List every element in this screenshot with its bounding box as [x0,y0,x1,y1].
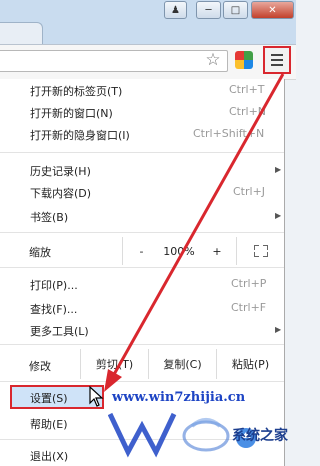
submenu-arrow-icon: ▶ [275,211,282,220]
submenu-arrow-icon: ▶ [275,165,282,174]
shortcut-downloads: Ctrl+J [233,185,266,198]
zoom-in-button[interactable]: + [198,237,236,265]
menu-item-bookmarks[interactable]: 书签(B) [30,209,68,225]
menu-item-new-window[interactable]: 打开新的窗口(N) [30,105,113,121]
menu-item-exit[interactable]: 退出(X) [30,448,68,464]
zoom-out-button[interactable]: - [122,237,160,265]
maximize-icon[interactable]: □ [223,1,248,19]
user-icon[interactable]: ♟ [164,1,187,19]
menu-item-downloads[interactable]: 下载内容(D) [30,185,91,201]
submenu-arrow-icon: ▶ [275,325,282,334]
menu-item-history[interactable]: 历史记录(H) [30,163,91,179]
paste-button[interactable]: 粘贴(P) [216,349,284,379]
shortcut-print: Ctrl+P [231,277,267,290]
mouse-cursor-icon [89,386,104,407]
menu-separator [0,381,284,382]
watermark-brand: 系统之家 [232,428,288,444]
shortcut-find: Ctrl+F [231,301,267,314]
menu-item-new-tab[interactable]: 打开新的标签页(T) [30,83,122,99]
menu-item-more-tools[interactable]: 更多工具(L) [30,323,89,339]
edit-row: 修改 剪切(T) 复制(C) 粘贴(P) [0,349,284,379]
edit-label: 修改 [29,360,51,373]
menu-separator [0,344,284,345]
star-icon[interactable]: ☆ [204,51,222,69]
menu-icon[interactable] [263,46,291,74]
address-bar[interactable] [0,50,228,72]
menu-item-help[interactable]: 帮助(E) [30,416,68,432]
menu-separator [0,232,284,233]
zoom-label: 缩放 [29,246,51,259]
watermark-url: www.win7zhijia.cn [112,390,246,405]
shortcut-incognito: Ctrl+Shift+N [193,127,265,140]
fullscreen-icon [253,245,268,257]
shortcut-new-tab: Ctrl+T [229,83,265,96]
menu-separator [0,152,284,153]
copy-button[interactable]: 复制(C) [148,349,216,379]
extension-icon[interactable] [235,51,253,69]
menu-item-settings[interactable]: 设置(S) [30,390,68,406]
fullscreen-button[interactable] [236,237,284,265]
menu-item-print[interactable]: 打印(P)... [30,277,78,293]
close-icon[interactable]: ✕ [251,1,294,19]
browser-tab[interactable] [0,22,43,45]
menu-item-incognito[interactable]: 打开新的隐身窗口(I) [30,127,130,143]
minimize-icon[interactable]: ─ [196,1,221,19]
menu-item-find[interactable]: 查找(F)... [30,301,77,317]
zoom-level: 100% [163,244,195,258]
zoom-row: 缩放 - 100% + [0,237,284,265]
shortcut-new-window: Ctrl+N [229,105,267,118]
menu-separator [0,267,284,268]
cut-button[interactable]: 剪切(T) [80,349,148,379]
